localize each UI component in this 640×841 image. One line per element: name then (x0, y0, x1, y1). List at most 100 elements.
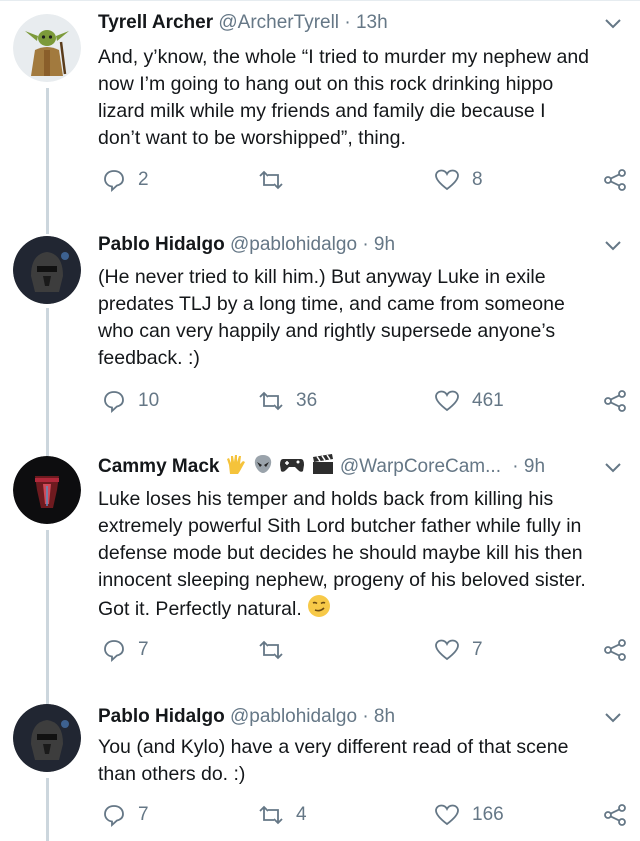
tweet-text: You (and Kylo) have a very different rea… (98, 734, 633, 788)
avatar[interactable] (13, 704, 81, 772)
vulcan-salute-emoji (225, 453, 247, 485)
tweet-text-line: now I’m going to hang out on this rock d… (98, 73, 554, 95)
retweet-button[interactable]: 4 (258, 798, 307, 832)
reply-button[interactable]: 7 (102, 633, 149, 667)
heart-icon (435, 169, 459, 191)
share-icon (604, 390, 626, 412)
thread-line (46, 88, 49, 220)
thread-line (46, 690, 49, 704)
tweet-text-line: predates TLJ by a long time, and came fr… (98, 293, 565, 315)
share-icon (604, 639, 626, 661)
share-button[interactable] (602, 163, 628, 197)
tweet-text-last-line: Got it. Perfectly natural. (98, 594, 633, 626)
retweet-icon (259, 170, 283, 190)
author-handle[interactable]: @pablohidalgo (230, 706, 357, 727)
reply-icon (104, 805, 124, 827)
like-button[interactable]: 7 (434, 633, 483, 667)
tweet-text-line: extremely powerful Sith Lord butcher fat… (98, 515, 582, 537)
separator-dot: · (362, 234, 369, 255)
like-button[interactable]: 461 (434, 384, 504, 418)
dark-helmet-avatar (13, 236, 81, 304)
like-count: 8 (472, 169, 483, 190)
like-count: 461 (472, 390, 504, 411)
like-button[interactable]: 166 (434, 798, 504, 832)
tweet-text-line: than others do. :) (98, 763, 246, 785)
share-button[interactable] (602, 798, 628, 832)
author-handle[interactable]: @ArcherTyrell (218, 12, 339, 33)
tweet-text-line: innocent sleeping nephew, progeny of his… (98, 569, 586, 591)
tweet-text-line: You (and Kylo) have a very different rea… (98, 736, 569, 758)
tweet-actions: 10 36 461 (98, 384, 628, 418)
reply-count: 2 (138, 169, 149, 190)
retweet-icon (259, 391, 283, 411)
reply-icon (104, 391, 124, 413)
heart-icon (435, 639, 459, 661)
retweet-button[interactable] (258, 163, 296, 197)
heart-icon (435, 390, 459, 412)
chevron-down-icon[interactable] (602, 452, 624, 482)
author-name[interactable]: Tyrell Archer (98, 12, 213, 33)
tweet-text-line: (He never tried to kill him.) But anyway… (98, 266, 546, 288)
tweet-text-line: feedback. :) (98, 347, 200, 369)
tweet-text-line: lizard milk while my friends and family … (98, 100, 546, 122)
chevron-down-icon[interactable] (602, 702, 624, 732)
reply-button[interactable]: 2 (102, 163, 149, 197)
avatar[interactable] (13, 236, 81, 304)
like-count: 166 (472, 804, 504, 825)
tweet-time[interactable]: 9h (374, 234, 395, 255)
tweet[interactable]: Tyrell Archer @ArcherTyrell · 13h And, y… (0, 0, 640, 220)
tweet-header: Cammy Mack @WarpCoreCam... · 9h (98, 452, 624, 482)
tweet-time[interactable]: 8h (374, 706, 395, 727)
tweet-header: Tyrell Archer @ArcherTyrell · 13h (98, 8, 624, 38)
tweet-header: Pablo Hidalgo @pablohidalgo · 8h (98, 702, 624, 732)
share-button[interactable] (602, 633, 628, 667)
tweet-text-line: Luke loses his temper and holds back fro… (98, 488, 554, 510)
tweet-time[interactable]: 9h (524, 456, 545, 477)
tweet-text: Luke loses his temper and holds back fro… (98, 486, 633, 626)
tweet-text-line: And, y’know, the whole “I tried to murde… (98, 46, 590, 68)
share-button[interactable] (602, 384, 628, 418)
heart-icon (435, 804, 459, 826)
tweet[interactable]: Cammy Mack @WarpCoreCam... · 9h Luke los… (0, 440, 640, 690)
tweet-text-line: who can very happily and rightly superse… (98, 320, 556, 342)
tweet-text: And, y’know, the whole “I tried to murde… (98, 44, 633, 152)
separator-dot: · (512, 456, 519, 477)
tweet-text: (He never tried to kill him.) But anyway… (98, 264, 633, 372)
author-handle[interactable]: @WarpCoreCam... (340, 456, 501, 477)
clapper-board-emoji (311, 453, 335, 485)
reply-count: 7 (138, 804, 149, 825)
reply-count: 10 (138, 390, 160, 411)
tweet[interactable]: Pablo Hidalgo @pablohidalgo · 9h (He nev… (0, 220, 640, 440)
red-helmet-avatar (13, 456, 81, 524)
retweet-count: 36 (296, 390, 318, 411)
retweet-icon (259, 805, 283, 825)
reply-icon (104, 170, 124, 192)
yoda-avatar (13, 14, 81, 82)
author-handle[interactable]: @pablohidalgo (230, 234, 357, 255)
reply-button[interactable]: 10 (102, 384, 159, 418)
reply-count: 7 (138, 639, 149, 660)
thread-line (46, 220, 49, 234)
avatar[interactable] (13, 14, 81, 82)
author-name[interactable]: Cammy Mack (98, 456, 219, 477)
tweet-actions: 2 8 (98, 163, 628, 197)
tweet[interactable]: Pablo Hidalgo @pablohidalgo · 8h You (an… (0, 690, 640, 841)
tweet-text-line: Got it. Perfectly natural. (98, 598, 302, 620)
retweet-icon (259, 640, 283, 660)
smirking-face-emoji (307, 594, 331, 626)
game-controller-emoji (279, 453, 305, 485)
tweet-time[interactable]: 13h (356, 12, 388, 33)
tweet-actions: 7 7 (98, 633, 628, 667)
chevron-down-icon[interactable] (602, 230, 624, 260)
avatar[interactable] (13, 456, 81, 524)
tweet-text-line: don’t want to be worshipped”, thing. (98, 127, 406, 149)
author-name[interactable]: Pablo Hidalgo (98, 706, 225, 727)
alien-emoji (252, 453, 274, 485)
reply-button[interactable]: 7 (102, 798, 149, 832)
retweet-button[interactable]: 36 (258, 384, 317, 418)
like-button[interactable]: 8 (434, 163, 483, 197)
author-name[interactable]: Pablo Hidalgo (98, 234, 225, 255)
retweet-button[interactable] (258, 633, 296, 667)
chevron-down-icon[interactable] (602, 8, 624, 38)
separator-dot: · (362, 706, 369, 727)
